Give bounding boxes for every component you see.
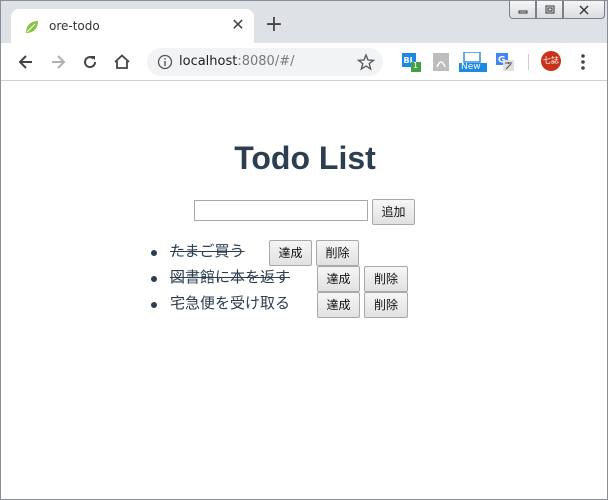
bl-extension-button[interactable]: BL 1 xyxy=(401,52,421,72)
delete-button[interactable]: 削除 xyxy=(364,266,408,292)
close-window-button[interactable] xyxy=(563,1,605,19)
bullet xyxy=(151,250,157,256)
back-button[interactable] xyxy=(16,52,36,72)
delete-button[interactable]: 削除 xyxy=(316,240,359,266)
forward-button[interactable] xyxy=(48,52,68,72)
complete-button[interactable]: 達成 xyxy=(317,292,360,318)
page-title: Todo List xyxy=(234,140,376,176)
home-button[interactable] xyxy=(112,52,132,72)
page-content: Todo List 追加 たまご買う 達成 削除 図書館に本を返す 達成 削除 … xyxy=(1,82,607,499)
todo-text: 宅急便を受け取る xyxy=(170,294,291,312)
window-controls xyxy=(509,1,605,19)
bullet xyxy=(151,276,157,282)
star-icon[interactable] xyxy=(357,53,375,71)
reload-button[interactable] xyxy=(80,52,100,72)
delete-button[interactable]: 削除 xyxy=(364,292,408,318)
pdf-extension-button[interactable] xyxy=(431,52,451,72)
tab-ore-todo[interactable]: ore-todo ✕ xyxy=(11,9,254,43)
minimize-icon xyxy=(518,10,527,13)
reload-icon xyxy=(84,56,97,69)
todo-text: たまご買う xyxy=(170,242,245,260)
info-icon[interactable] xyxy=(157,54,173,70)
maximize-icon xyxy=(545,5,554,14)
forward-arrow-icon xyxy=(52,55,66,69)
browser-toolbar: localhost:8080/#/ BL 1 New G 七誌 xyxy=(1,43,607,81)
toolbar-separator xyxy=(528,54,529,70)
url-text: localhost:8080/#/ xyxy=(179,55,294,69)
url-path: :8080/#/ xyxy=(237,54,295,69)
translate-extension-button[interactable]: G xyxy=(495,52,515,72)
minimize-button[interactable] xyxy=(509,1,536,19)
avatar[interactable]: 七誌 xyxy=(541,51,561,71)
home-icon xyxy=(114,54,130,69)
tab-title: ore-todo xyxy=(49,19,100,33)
bl-badge: 1 xyxy=(413,61,419,70)
bullet xyxy=(151,302,157,308)
pdf-extension-icon xyxy=(433,53,449,71)
plus-icon[interactable]: + xyxy=(264,14,284,36)
new-extension-button[interactable]: New xyxy=(459,51,487,72)
tab-strip: ore-todo ✕ + xyxy=(1,1,607,43)
todo-text: 図書館に本を返す xyxy=(170,268,291,286)
close-window-icon xyxy=(579,5,589,14)
leaf-favicon-icon xyxy=(26,21,38,33)
maximize-button[interactable] xyxy=(536,1,563,19)
close-icon[interactable]: ✕ xyxy=(229,16,247,34)
complete-button[interactable]: 達成 xyxy=(269,240,312,266)
back-arrow-icon xyxy=(18,55,32,69)
url-host: localhost xyxy=(179,54,238,69)
add-button[interactable]: 追加 xyxy=(372,199,415,225)
translate-extension-icon: G xyxy=(496,53,514,71)
new-extension-label: New xyxy=(461,62,481,72)
new-todo-input[interactable] xyxy=(194,200,368,221)
kebab-menu-icon[interactable] xyxy=(576,51,590,73)
address-bar[interactable]: localhost:8080/#/ xyxy=(147,48,383,76)
browser-window: ore-todo ✕ + localhost:8080/#/ BL 1 New … xyxy=(0,0,608,500)
complete-button[interactable]: 達成 xyxy=(317,266,360,292)
